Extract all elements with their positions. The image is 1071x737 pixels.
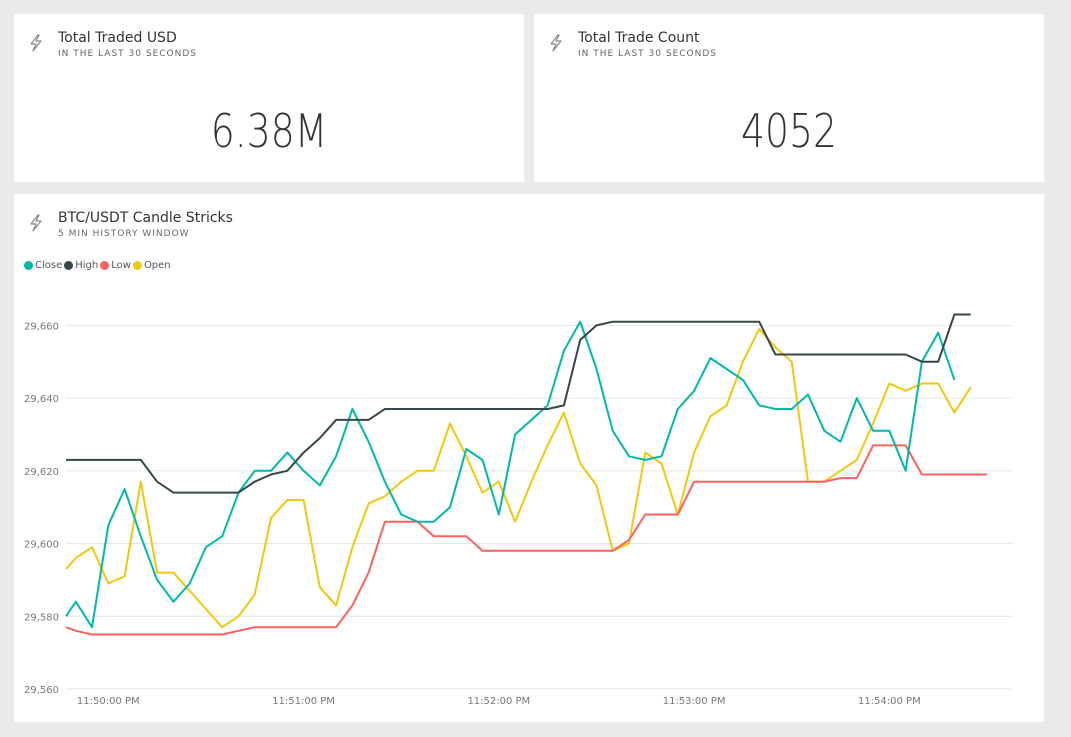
lightning-icon	[30, 34, 42, 52]
kpi-tile-trade-count[interactable]: Total Trade Count IN THE LAST 30 SECONDS…	[534, 14, 1044, 182]
tile-title: Total Trade Count	[578, 30, 700, 46]
tile-subtitle: IN THE LAST 30 SECONDS	[578, 49, 717, 59]
y-tick-label: 29,600	[24, 540, 59, 551]
line-chart: 29,560 29,580 29,600 29,620 29,640 29,660 11:5…	[24, 313, 1013, 707]
x-tick-label: 11:52:00 PM	[467, 696, 530, 707]
tile-title: Total Traded USD	[58, 30, 177, 46]
series-line-high[interactable]	[66, 313, 971, 494]
y-tick-label: 29,620	[24, 467, 59, 478]
x-tick-label: 11:53:00 PM	[663, 696, 726, 707]
series-line-open[interactable]	[65, 328, 972, 629]
kpi-tile-traded-usd[interactable]: Total Traded USD IN THE LAST 30 SECONDS …	[14, 14, 524, 182]
y-tick-label: 29,560	[24, 685, 59, 696]
kpi-value: 4052	[740, 104, 837, 158]
x-tick-label: 11:51:00 PM	[272, 696, 335, 707]
y-tick-label: 29,580	[24, 612, 59, 623]
lightning-icon	[550, 34, 562, 52]
y-tick-label: 29,660	[24, 321, 59, 332]
chart-tile-candles[interactable]: BTC/USDT Candle Stricks 5 MIN HISTORY WI…	[14, 194, 1044, 722]
kpi-value: 6.38M	[210, 104, 328, 158]
tile-subtitle: IN THE LAST 30 SECONDS	[58, 49, 197, 59]
x-tick-label: 11:50:00 PM	[77, 696, 140, 707]
series-line-close[interactable]	[65, 320, 956, 629]
x-tick-label: 11:54:00 PM	[858, 696, 921, 707]
y-tick-label: 29,640	[24, 394, 59, 405]
